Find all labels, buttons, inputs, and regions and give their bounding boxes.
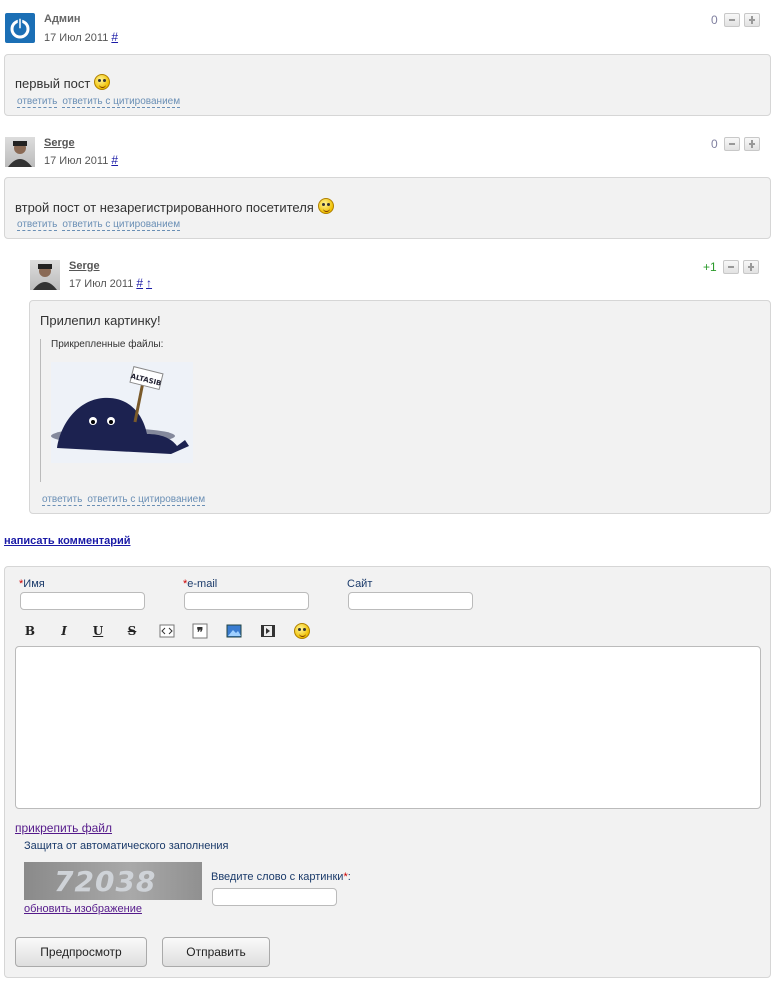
comment-body: Прилепил картинку! Прикрепленные файлы: … [29,300,771,514]
captcha-colon: : [347,871,351,883]
vote-up-button[interactable] [742,260,759,274]
quote-reply-link[interactable]: ответить с цитированием [62,219,181,231]
quote-glyph: ❞ [197,625,203,639]
captcha-prompt: Введите слово с картинки*: [211,871,351,883]
comment-text: втрой пост от незарегистрированного посе… [15,200,314,215]
vote-up-button[interactable] [743,137,760,151]
smiley-button[interactable] [294,623,310,639]
date-text: 17 Июл 2011 [44,32,109,44]
comment-date: 17 Июл 2011 # [44,30,118,44]
film-icon [261,625,275,637]
write-comment-link[interactable]: написать комментарий [4,535,130,547]
email-label-text: e-mail [187,578,218,590]
reply-link[interactable]: ответить [17,96,58,108]
smiley-icon [94,74,111,90]
reply-links: ответить ответить с цитированием [17,219,185,231]
quote-button[interactable]: ❞ [192,623,208,639]
email-label: *e-mail [183,578,217,590]
comment-body: первый пост ответить ответить с цитирован… [4,54,771,116]
bold-button[interactable]: B [22,623,38,639]
vote-score: 0 [711,137,718,151]
power-icon [10,17,30,39]
attach-file-link[interactable]: прикрепить файл [15,821,112,835]
permalink[interactable]: # [111,30,118,44]
parent-link[interactable]: ↑ [146,276,152,290]
vote-down-button[interactable] [723,137,740,151]
comment-form: *Имя *e-mail Сайт B I U S ❞ прикрепить ф… [4,566,771,978]
comment-date: 17 Июл 2011 # ↑ [69,276,152,290]
refresh-captcha-link[interactable]: обновить изображение [24,903,142,915]
site-label: Сайт [347,578,373,590]
comment-author[interactable]: Serge [44,137,75,149]
comment-text-wrap: втрой пост от незарегистрированного посе… [15,198,334,215]
attachment-divider [40,339,41,482]
comment-body: втрой пост от незарегистрированного посе… [4,177,771,239]
name-label-text: Имя [23,578,45,590]
captcha-image: 72038 [24,862,202,900]
comment-author[interactable]: Serge [69,260,100,272]
date-text: 17 Июл 2011 [69,278,134,290]
captcha-code: 72038 [54,865,157,898]
attached-image[interactable]: ALTASIB [51,362,193,463]
vote-score: 0 [711,13,718,27]
permalink[interactable]: # [111,153,118,167]
reply-link[interactable]: ответить [42,494,83,506]
vote-controls: +1 [703,260,759,274]
italic-button[interactable]: I [56,623,72,639]
vote-down-button[interactable] [722,260,739,274]
reply-links: ответить ответить с цитированием [42,494,210,506]
user-photo-icon [8,141,32,167]
video-button[interactable] [260,623,276,639]
code-icon [159,624,175,638]
image-mole-icon: ALTASIB [51,362,193,463]
comment-text-wrap: первый пост [15,74,111,91]
smiley-icon [317,198,334,214]
site-input[interactable] [348,592,473,610]
comment-textarea[interactable] [15,646,761,809]
permalink[interactable]: # [136,276,143,290]
image-button[interactable] [226,623,242,639]
submit-button[interactable]: Отправить [162,937,270,967]
vote-controls: 0 [711,13,760,27]
comment-text: первый пост [15,76,91,91]
avatar [30,260,60,290]
comment-date: 17 Июл 2011 # [44,153,118,167]
comment-author[interactable]: Админ [44,13,80,25]
quote-reply-link[interactable]: ответить с цитированием [62,96,181,108]
captcha-prompt-text: Введите слово с картинки [211,871,344,883]
vote-down-button[interactable] [723,13,740,27]
vote-up-button[interactable] [743,13,760,27]
avatar [5,13,35,43]
reply-link[interactable]: ответить [17,219,58,231]
image-icon [226,624,242,638]
quote-icon: ❞ [192,623,208,639]
captcha-input[interactable] [212,888,337,906]
captcha-title: Защита от автоматического заполнения [24,840,229,852]
user-photo-icon [33,264,57,290]
underline-button[interactable]: U [90,623,106,639]
avatar [5,137,35,167]
attachments-label: Прикрепленные файлы: [51,339,164,350]
smiley-icon [294,623,310,639]
email-input[interactable] [184,592,309,610]
strikethrough-button[interactable]: S [124,623,140,639]
name-label: *Имя [19,578,45,590]
preview-button[interactable]: Предпросмотр [15,937,147,967]
date-text: 17 Июл 2011 [44,155,109,167]
vote-controls: 0 [711,137,760,151]
comment-text: Прилепил картинку! [40,313,161,328]
name-input[interactable] [20,592,145,610]
quote-reply-link[interactable]: ответить с цитированием [87,494,206,506]
vote-score: +1 [703,260,717,274]
reply-links: ответить ответить с цитированием [17,96,185,108]
code-button[interactable] [159,623,175,639]
